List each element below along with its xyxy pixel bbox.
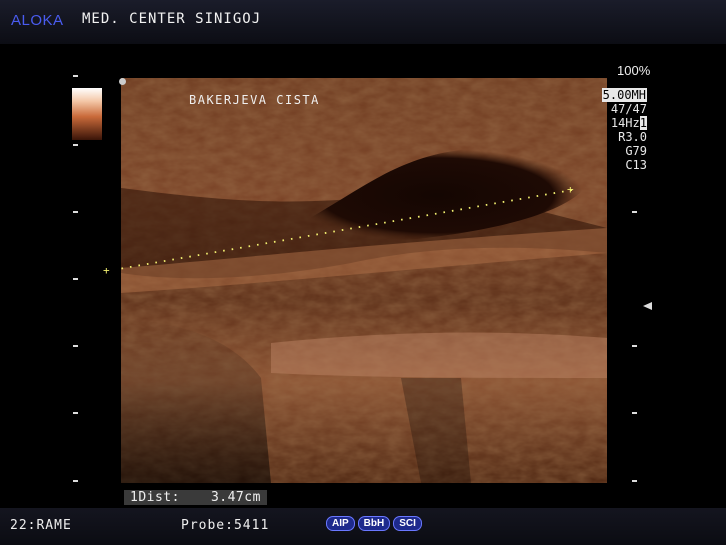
measurement-value: 3.47cm: [207, 490, 264, 505]
brand-logo: ALOKA: [11, 12, 64, 29]
imaging-parameters: 5.00MH 47/47 14Hz1 R3.0 G79 C13: [587, 88, 647, 172]
rate-suffix: 1: [639, 116, 647, 130]
acoustic-power: 100%: [617, 63, 651, 78]
probe-id: Probe:5411: [181, 518, 270, 533]
focus-marker-icon[interactable]: [643, 302, 652, 310]
contrast-value: C13: [625, 158, 647, 172]
anatomy-annotation: BAKERJEVA CISTA: [189, 93, 320, 107]
preset-name: 22:RAME: [10, 518, 72, 533]
rate-value: 14Hz: [610, 116, 640, 130]
mode-buttons: AIP BbH SCI: [326, 516, 422, 531]
ultrasound-image[interactable]: [121, 78, 607, 483]
grayscale-bar: [72, 88, 102, 140]
institution-name: MED. CENTER SINIGOJ: [82, 11, 262, 27]
measurement-readout: 1Dist: 3.47cm: [124, 490, 267, 505]
mode-button-sci[interactable]: SCI: [393, 516, 422, 531]
frame-value: 47/47: [610, 102, 647, 116]
frequency-value: 5.00MH: [601, 88, 647, 102]
mode-button-bbh[interactable]: BbH: [357, 516, 391, 531]
caliper-end-marker[interactable]: +: [567, 183, 574, 196]
r-value: R3.0: [618, 130, 647, 144]
mode-button-aip[interactable]: AIP: [326, 516, 355, 531]
gain-value: G79: [625, 144, 647, 158]
top-bar: ALOKA MED. CENTER SINIGOJ: [0, 0, 726, 44]
ultrasound-svg: [121, 78, 607, 483]
measurement-label: 1Dist:: [127, 490, 183, 505]
caliper-start-marker[interactable]: +: [103, 264, 110, 277]
image-origin-marker: [119, 78, 126, 85]
